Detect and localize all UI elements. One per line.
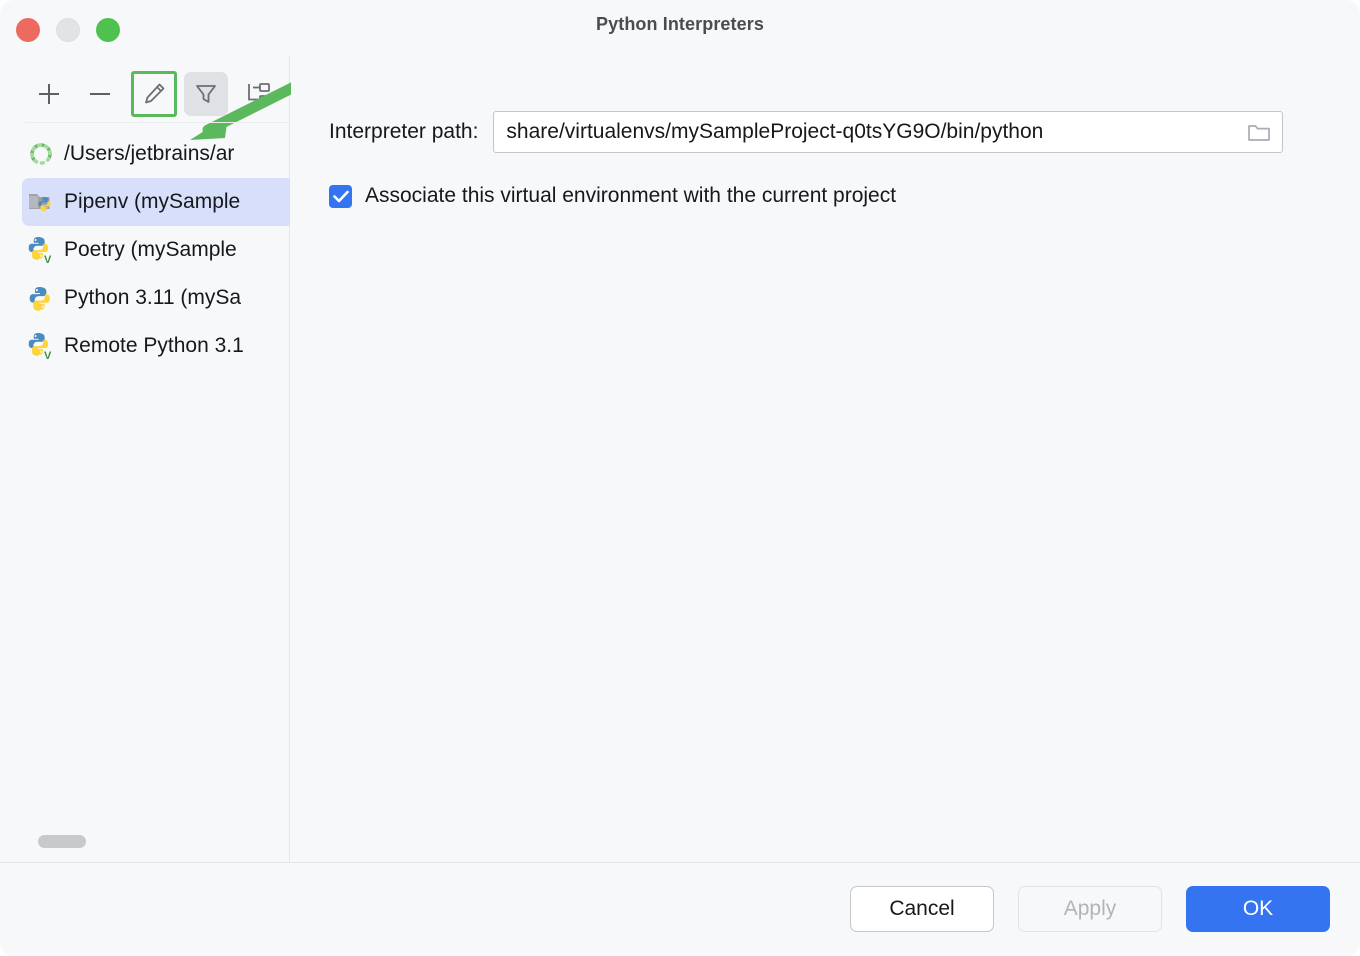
python-venv-icon: V bbox=[26, 235, 56, 265]
apply-button[interactable]: Apply bbox=[1018, 886, 1162, 932]
plus-icon bbox=[34, 79, 64, 109]
associate-venv-checkbox-row[interactable]: Associate this virtual environment with … bbox=[329, 184, 896, 208]
remove-interpreter-button[interactable] bbox=[78, 72, 122, 116]
associate-venv-label: Associate this virtual environment with … bbox=[365, 184, 896, 208]
interpreter-path-value: share/virtualenvs/mySampleProject-q0tsYG… bbox=[506, 120, 1242, 144]
horizontal-scrollbar[interactable] bbox=[0, 832, 290, 850]
scrollbar-thumb[interactable] bbox=[38, 835, 86, 848]
dialog-footer: Cancel Apply OK bbox=[0, 862, 1360, 956]
cancel-button[interactable]: Cancel bbox=[850, 886, 994, 932]
interpreter-path-row: Interpreter path: share/virtualenvs/mySa… bbox=[329, 111, 1283, 153]
edit-interpreter-button[interactable] bbox=[131, 71, 177, 117]
associate-venv-checkbox[interactable] bbox=[329, 185, 352, 208]
list-item-label: Poetry (mySample bbox=[64, 238, 237, 262]
list-item[interactable]: V Remote Python 3.1 bbox=[22, 322, 290, 370]
page-title: Python Interpreters bbox=[0, 14, 1360, 35]
title-bar: Python Interpreters bbox=[0, 0, 1360, 56]
python-icon bbox=[26, 283, 56, 313]
list-item-label: Pipenv (mySample bbox=[64, 190, 240, 214]
toolbar-separator bbox=[25, 122, 290, 123]
list-item-label: Python 3.11 (mySa bbox=[64, 286, 241, 310]
list-item[interactable]: Python 3.11 (mySa bbox=[22, 274, 290, 322]
pipenv-folder-python-icon bbox=[26, 187, 56, 217]
show-hierarchy-button[interactable] bbox=[236, 72, 280, 116]
list-item[interactable]: Pipenv (mySample bbox=[22, 178, 290, 226]
interpreter-details-panel: Interpreter path: share/virtualenvs/mySa… bbox=[291, 56, 1360, 862]
interpreter-path-field[interactable]: share/virtualenvs/mySampleProject-q0tsYG… bbox=[493, 111, 1283, 153]
list-item[interactable]: V Poetry (mySample bbox=[22, 226, 290, 274]
interpreter-toolbar bbox=[0, 70, 290, 122]
interpreter-list[interactable]: /Users/jetbrains/ar Pipenv (mySample bbox=[0, 130, 290, 830]
funnel-icon bbox=[192, 80, 220, 108]
python-interpreters-dialog: Python Interpreters bbox=[0, 0, 1360, 956]
list-item-label: Remote Python 3.1 bbox=[64, 334, 244, 358]
interpreter-list-panel: /Users/jetbrains/ar Pipenv (mySample bbox=[0, 56, 290, 862]
add-interpreter-button[interactable] bbox=[27, 72, 71, 116]
svg-text:V: V bbox=[44, 350, 52, 360]
list-item[interactable]: /Users/jetbrains/ar bbox=[22, 130, 290, 178]
check-icon bbox=[333, 190, 349, 203]
tree-icon bbox=[243, 79, 273, 109]
svg-text:V: V bbox=[44, 254, 52, 264]
list-item-label: /Users/jetbrains/ar bbox=[64, 142, 234, 166]
minus-icon bbox=[85, 79, 115, 109]
pencil-icon bbox=[140, 80, 168, 108]
python-venv-icon: V bbox=[26, 331, 56, 361]
progress-spinner-icon bbox=[26, 139, 56, 169]
interpreter-path-label: Interpreter path: bbox=[329, 120, 478, 144]
folder-icon[interactable] bbox=[1246, 119, 1272, 145]
filter-interpreters-button[interactable] bbox=[184, 72, 228, 116]
ok-button[interactable]: OK bbox=[1186, 886, 1330, 932]
